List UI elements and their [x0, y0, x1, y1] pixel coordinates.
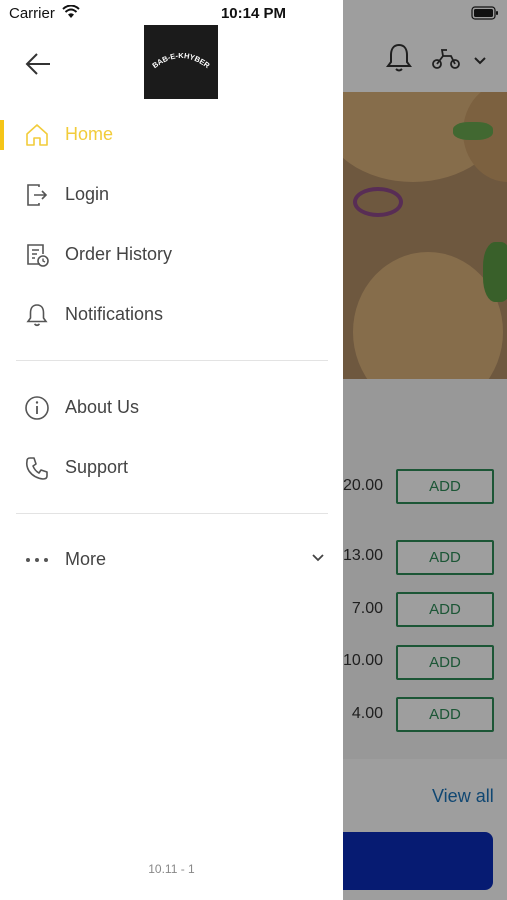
menu-item-label: Notifications — [65, 304, 164, 324]
status-bar: Carrier 10:14 PM — [0, 0, 507, 28]
app-version: 10.11 - 1 — [148, 862, 195, 876]
chevron-down-icon — [310, 551, 326, 569]
drawer-scrim[interactable] — [343, 0, 507, 900]
phone-icon — [24, 455, 50, 481]
home-icon — [24, 122, 50, 148]
menu-item-login[interactable]: Login — [0, 167, 343, 223]
logo-text: BAB-E-KHYBER — [150, 51, 212, 70]
brand-logo: BAB-E-KHYBER — [144, 25, 218, 99]
back-arrow-icon[interactable] — [24, 50, 54, 78]
svg-text:BAB-E-KHYBER: BAB-E-KHYBER — [150, 51, 212, 70]
navigation-drawer: BAB-E-KHYBER Home Login Order History No… — [0, 0, 343, 900]
menu-divider — [16, 360, 328, 361]
menu-item-label: About Us — [65, 397, 140, 417]
order-history-icon — [24, 242, 50, 268]
menu-item-support[interactable]: Support — [0, 440, 343, 496]
info-icon — [24, 395, 50, 421]
bell-icon — [24, 302, 50, 328]
menu-divider — [16, 513, 328, 514]
menu-item-notifications[interactable]: Notifications — [0, 287, 343, 343]
menu-item-label: More — [65, 549, 107, 569]
menu-item-more[interactable]: More — [0, 532, 343, 588]
menu-item-order-history[interactable]: Order History — [0, 227, 343, 283]
menu-item-label: Support — [65, 457, 129, 477]
menu-item-label: Home — [65, 124, 114, 144]
clock: 10:14 PM — [220, 5, 287, 22]
more-dots-icon — [24, 547, 50, 573]
menu-item-label: Order History — [65, 244, 173, 264]
menu-item-about-us[interactable]: About Us — [0, 380, 343, 436]
menu-item-home[interactable]: Home — [0, 107, 343, 163]
battery-icon — [471, 6, 499, 25]
menu-item-label: Login — [65, 184, 110, 204]
login-icon — [24, 182, 50, 208]
